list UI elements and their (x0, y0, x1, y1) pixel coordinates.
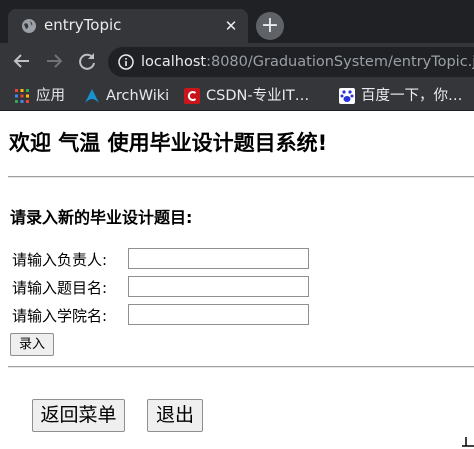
info-icon[interactable] (118, 54, 134, 70)
bookmark-label: ArchWiki (106, 87, 170, 104)
divider (8, 366, 474, 368)
submit-button[interactable]: 录入 (10, 333, 54, 356)
owner-input[interactable] (128, 248, 309, 269)
browser-toolbar: localhost:8080/GraduationSystem/entryTop… (0, 43, 474, 79)
bookmark-label: CSDN-专业IT… (206, 87, 310, 104)
bookmark-baidu[interactable]: 百度一下，你… (339, 85, 463, 105)
text-cursor-icon (462, 437, 474, 447)
topic-name-label: 请输入题目名: (12, 279, 108, 297)
back-to-menu-button[interactable]: 返回菜单 (32, 399, 125, 432)
back-arrow-icon[interactable] (10, 49, 34, 73)
college-name-input[interactable] (128, 304, 309, 325)
address-bar[interactable]: localhost:8080/GraduationSystem/entryTop… (108, 47, 474, 77)
bookmark-archwiki[interactable]: ArchWiki (84, 85, 169, 105)
bookmark-apps[interactable]: 应用 (14, 85, 65, 105)
browser-tab[interactable]: entryTopic ✕ (8, 9, 248, 43)
csdn-icon (184, 87, 200, 104)
bookmark-label: 应用 (36, 87, 65, 104)
archlinux-icon (85, 88, 99, 103)
welcome-heading: 欢迎 气温 使用毕业设计题目系统! (9, 131, 328, 155)
college-name-label: 请输入学院名: (12, 307, 108, 325)
url-host: localhost (141, 54, 207, 70)
url-text: localhost:8080/GraduationSystem/entryTop… (141, 53, 474, 71)
bookmark-label: 百度一下，你… (361, 87, 463, 104)
tab-title: entryTopic (44, 16, 122, 34)
owner-label: 请输入负责人: (12, 251, 108, 269)
new-tab-button[interactable]: + (256, 12, 284, 40)
divider (8, 176, 474, 178)
globe-icon (22, 19, 36, 33)
page-content: 欢迎 气温 使用毕业设计题目系统! 请录入新的毕业设计题目: 请输入负责人: 请… (0, 112, 474, 449)
form-heading: 请录入新的毕业设计题目: (10, 208, 193, 227)
topic-name-input[interactable] (128, 276, 309, 297)
baidu-paw-icon (339, 87, 355, 104)
reload-icon[interactable] (75, 49, 99, 73)
bookmarks-bar: 应用 ArchWiki CSDN-专业IT… 百度一下，你… (0, 79, 474, 111)
tab-close-icon[interactable]: ✕ (222, 17, 240, 35)
apps-grid-icon (15, 88, 29, 103)
bookmark-csdn[interactable]: CSDN-专业IT… (184, 85, 309, 105)
url-path: :8080/GraduationSystem/entryTopic.jsp (206, 54, 474, 70)
forward-arrow-icon[interactable] (42, 49, 66, 73)
browser-tabstrip: entryTopic ✕ + (0, 0, 474, 43)
exit-button[interactable]: 退出 (147, 399, 203, 432)
